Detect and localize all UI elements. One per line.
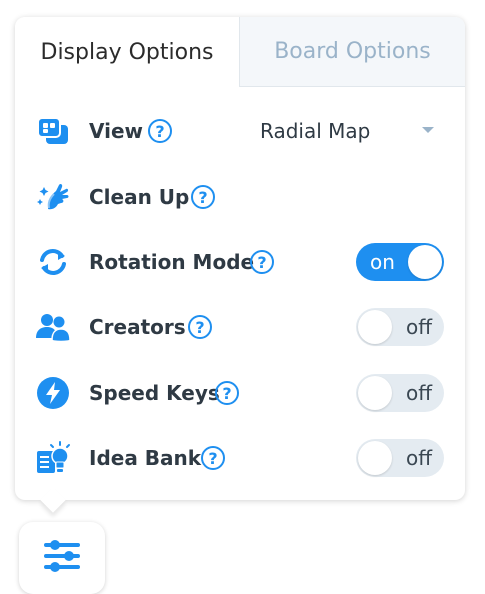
speed-keys-help-icon[interactable]: ? <box>215 381 239 405</box>
display-options-popover: Display Options Board Options View ? Rad… <box>15 17 465 500</box>
creators-toggle[interactable]: off <box>356 308 444 346</box>
speed-keys-toggle-text: off <box>405 381 432 405</box>
view-select-value: Radial Map <box>260 119 371 143</box>
settings-button[interactable] <box>19 522 105 594</box>
toggle-knob <box>358 310 392 344</box>
toggle-knob <box>408 245 442 279</box>
view-label: View <box>89 119 144 143</box>
clean-up-help-icon[interactable]: ? <box>191 185 215 209</box>
idea-bank-toggle[interactable]: off <box>356 439 444 477</box>
speed-keys-toggle[interactable]: off <box>356 374 444 412</box>
speed-keys-row: Speed Keys ? off <box>15 368 465 418</box>
creators-toggle-text: off <box>405 315 432 339</box>
clean-up-label: Clean Up <box>89 185 190 209</box>
rotation-mode-toggle[interactable]: on <box>356 243 444 281</box>
creators-row: Creators ? off <box>15 302 465 352</box>
lightbulb-icon <box>35 441 71 474</box>
sliders-icon <box>42 536 82 580</box>
rotation-mode-label: Rotation Mode <box>89 250 255 274</box>
idea-bank-row: Idea Bank ? off <box>15 433 465 483</box>
tab-bar: Display Options Board Options <box>15 17 465 87</box>
tab-board-options[interactable]: Board Options <box>239 17 465 87</box>
idea-bank-toggle-text: off <box>405 446 432 470</box>
rotation-mode-help-icon[interactable]: ? <box>250 250 274 274</box>
speed-keys-label: Speed Keys <box>89 381 220 405</box>
idea-bank-label: Idea Bank <box>89 446 202 470</box>
tab-display-options[interactable]: Display Options <box>15 17 239 87</box>
creators-help-icon[interactable]: ? <box>188 315 212 339</box>
chevron-down-icon <box>422 127 434 133</box>
rotation-mode-row: Rotation Mode ? on <box>15 237 465 287</box>
lightning-icon <box>35 377 71 409</box>
toggle-knob <box>358 376 392 410</box>
creators-label: Creators <box>89 315 186 339</box>
clean-up-row: Clean Up ? <box>15 172 465 222</box>
rotate-icon <box>35 246 71 278</box>
users-icon <box>35 311 71 343</box>
toggle-knob <box>358 441 392 475</box>
view-select[interactable]: Radial Map <box>260 116 440 146</box>
view-help-icon[interactable]: ? <box>148 119 172 143</box>
view-row: View ? Radial Map <box>15 106 465 156</box>
rotation-mode-toggle-text: on <box>370 250 395 274</box>
idea-bank-help-icon[interactable]: ? <box>201 446 225 470</box>
sparkle-hand-icon <box>35 181 71 213</box>
view-icon <box>35 115 71 147</box>
